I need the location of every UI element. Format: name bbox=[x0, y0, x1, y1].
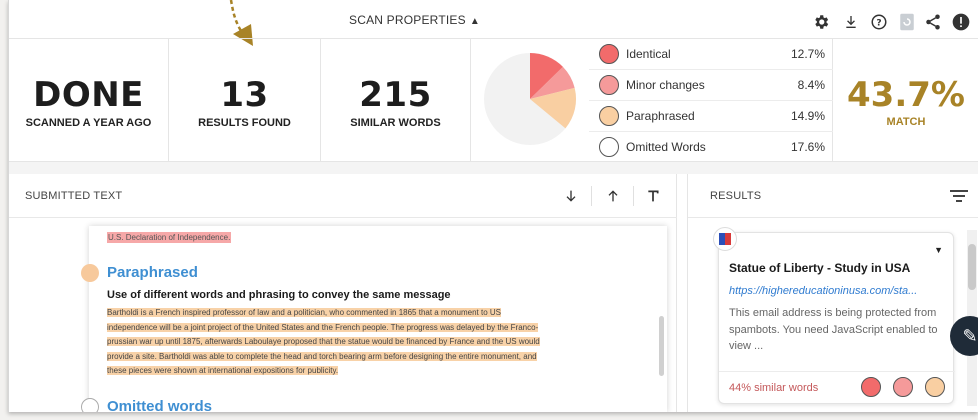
identical-highlight: U.S. Declaration of Independence. bbox=[107, 232, 232, 243]
paraphrased-line: Bartholdi is a French inspired professor… bbox=[107, 308, 501, 317]
legend-label: Omitted Words bbox=[626, 140, 706, 154]
omitted-dot-icon bbox=[81, 398, 99, 412]
scan-properties-toggle[interactable]: SCAN PROPERTIES ▲ bbox=[349, 13, 480, 27]
arrow-down-icon[interactable] bbox=[559, 184, 583, 208]
section-title-omitted-words: Omitted words bbox=[107, 398, 213, 412]
result-card[interactable]: ▼ Statue of Liberty - Study in USA https… bbox=[713, 227, 955, 405]
document-view[interactable]: U.S. Declaration of Independence. Paraph… bbox=[89, 226, 667, 412]
similar-words-stat: 215 SIMILAR WORDS bbox=[321, 39, 471, 163]
accessibility-icon: ✎ bbox=[962, 325, 978, 346]
match-score: 43.7% MATCH bbox=[833, 39, 978, 163]
results-stat: 13 RESULTS FOUND bbox=[169, 39, 321, 163]
source-logo-icon bbox=[713, 227, 737, 251]
download-icon[interactable] bbox=[841, 12, 861, 32]
legend-pct: 12.7% bbox=[790, 47, 825, 61]
match-label: MATCH bbox=[886, 116, 926, 128]
document-scrollbar[interactable] bbox=[659, 316, 664, 376]
result-excerpt: This email address is being protected fr… bbox=[729, 307, 938, 352]
results-count: 13 bbox=[220, 75, 269, 115]
report-window: SCAN PROPERTIES ▲ ? DONE SCANNED A YEAR A… bbox=[8, 0, 978, 412]
divider bbox=[633, 186, 634, 206]
results-title: RESULTS bbox=[710, 190, 762, 202]
identical-dot-icon bbox=[599, 44, 619, 64]
submitted-text-header: SUBMITTED TEXT bbox=[9, 174, 677, 218]
submitted-text-panel: SUBMITTED TEXT U.S. Declaration of Indep… bbox=[9, 174, 677, 412]
legend-pct: 8.4% bbox=[797, 78, 825, 92]
legend-pct: 14.9% bbox=[790, 109, 825, 123]
gear-icon[interactable] bbox=[811, 12, 831, 32]
scroll-thumb[interactable] bbox=[968, 244, 976, 290]
paraphrased-line: provide a site. Bartholdi was able to co… bbox=[107, 351, 537, 361]
minor-changes-dot-icon bbox=[599, 75, 619, 95]
results-header: RESULTS bbox=[688, 174, 978, 218]
match-percentage: 43.7% bbox=[847, 75, 965, 115]
alert-icon[interactable] bbox=[951, 12, 971, 32]
paraphrased-line: independence will be a joint project of … bbox=[107, 322, 539, 332]
paraphrased-line: prussian war up until 1875, afterwards L… bbox=[107, 337, 540, 346]
filter-icon[interactable] bbox=[950, 188, 968, 204]
similar-words-percentage: 44% similar words bbox=[729, 382, 819, 394]
section-title-paraphrased: Paraphrased bbox=[107, 264, 198, 281]
arrow-up-icon[interactable] bbox=[601, 184, 625, 208]
omitted-words-dot-icon bbox=[599, 137, 619, 157]
similar-words-count: 215 bbox=[359, 75, 432, 115]
document-content: U.S. Declaration of Independence. Paraph… bbox=[89, 226, 649, 412]
share-icon[interactable] bbox=[923, 12, 943, 32]
status-label: SCANNED A YEAR AGO bbox=[25, 117, 152, 129]
match-legend: Identical 12.7% Minor changes 8.4% Parap… bbox=[589, 39, 833, 163]
legend-row-identical[interactable]: Identical 12.7% bbox=[589, 39, 833, 70]
legend-pct: 17.6% bbox=[790, 140, 825, 154]
minor-changes-dot-icon bbox=[893, 377, 913, 397]
identical-dot-icon bbox=[861, 377, 881, 397]
results-panel: RESULTS ▼ Statue of Liberty - Study in U… bbox=[687, 174, 978, 412]
divider bbox=[591, 186, 592, 206]
scan-properties-label: SCAN PROPERTIES bbox=[349, 13, 466, 27]
help-icon[interactable]: ? bbox=[869, 12, 889, 32]
section-subtitle: Use of different words and phrasing to c… bbox=[107, 289, 451, 301]
results-label: RESULTS FOUND bbox=[198, 117, 291, 129]
stats-row: DONE SCANNED A YEAR AGO 13 RESULTS FOUND… bbox=[9, 38, 978, 163]
legend-row-omitted-words[interactable]: Omitted Words 17.6% bbox=[589, 132, 833, 163]
result-url[interactable]: https://highereducationinusa.com/sta... bbox=[729, 285, 947, 297]
legend-row-paraphrased[interactable]: Paraphrased 14.9% bbox=[589, 101, 833, 132]
result-card-footer: 44% similar words bbox=[719, 371, 955, 405]
chevron-up-icon: ▲ bbox=[469, 16, 480, 27]
submitted-text-title: SUBMITTED TEXT bbox=[25, 190, 123, 202]
legend-row-minor-changes[interactable]: Minor changes 8.4% bbox=[589, 70, 833, 101]
paraphrased-dot-icon bbox=[81, 264, 99, 282]
svg-text:?: ? bbox=[876, 18, 881, 28]
legend-label: Paraphrased bbox=[626, 109, 695, 123]
match-pie-chart bbox=[471, 39, 589, 163]
status-value: DONE bbox=[33, 75, 144, 115]
paraphrased-line: these pieces were shown at international… bbox=[107, 366, 339, 375]
caret-down-icon[interactable]: ▼ bbox=[934, 245, 943, 255]
text-format-icon[interactable] bbox=[641, 184, 665, 208]
similar-words-label: SIMILAR WORDS bbox=[350, 117, 441, 129]
section-gap bbox=[9, 162, 978, 174]
status-stat: DONE SCANNED A YEAR AGO bbox=[9, 39, 169, 163]
paraphrased-passage: Bartholdi is a French inspired professor… bbox=[107, 306, 607, 379]
paraphrased-dot-icon bbox=[925, 377, 945, 397]
result-title[interactable]: Statue of Liberty - Study in USA bbox=[729, 261, 910, 275]
top-bar: SCAN PROPERTIES ▲ ? bbox=[9, 0, 978, 38]
refresh-icon[interactable] bbox=[897, 12, 917, 32]
legend-label: Minor changes bbox=[626, 78, 705, 92]
legend-label: Identical bbox=[626, 47, 671, 61]
paraphrased-dot-icon bbox=[599, 106, 619, 126]
